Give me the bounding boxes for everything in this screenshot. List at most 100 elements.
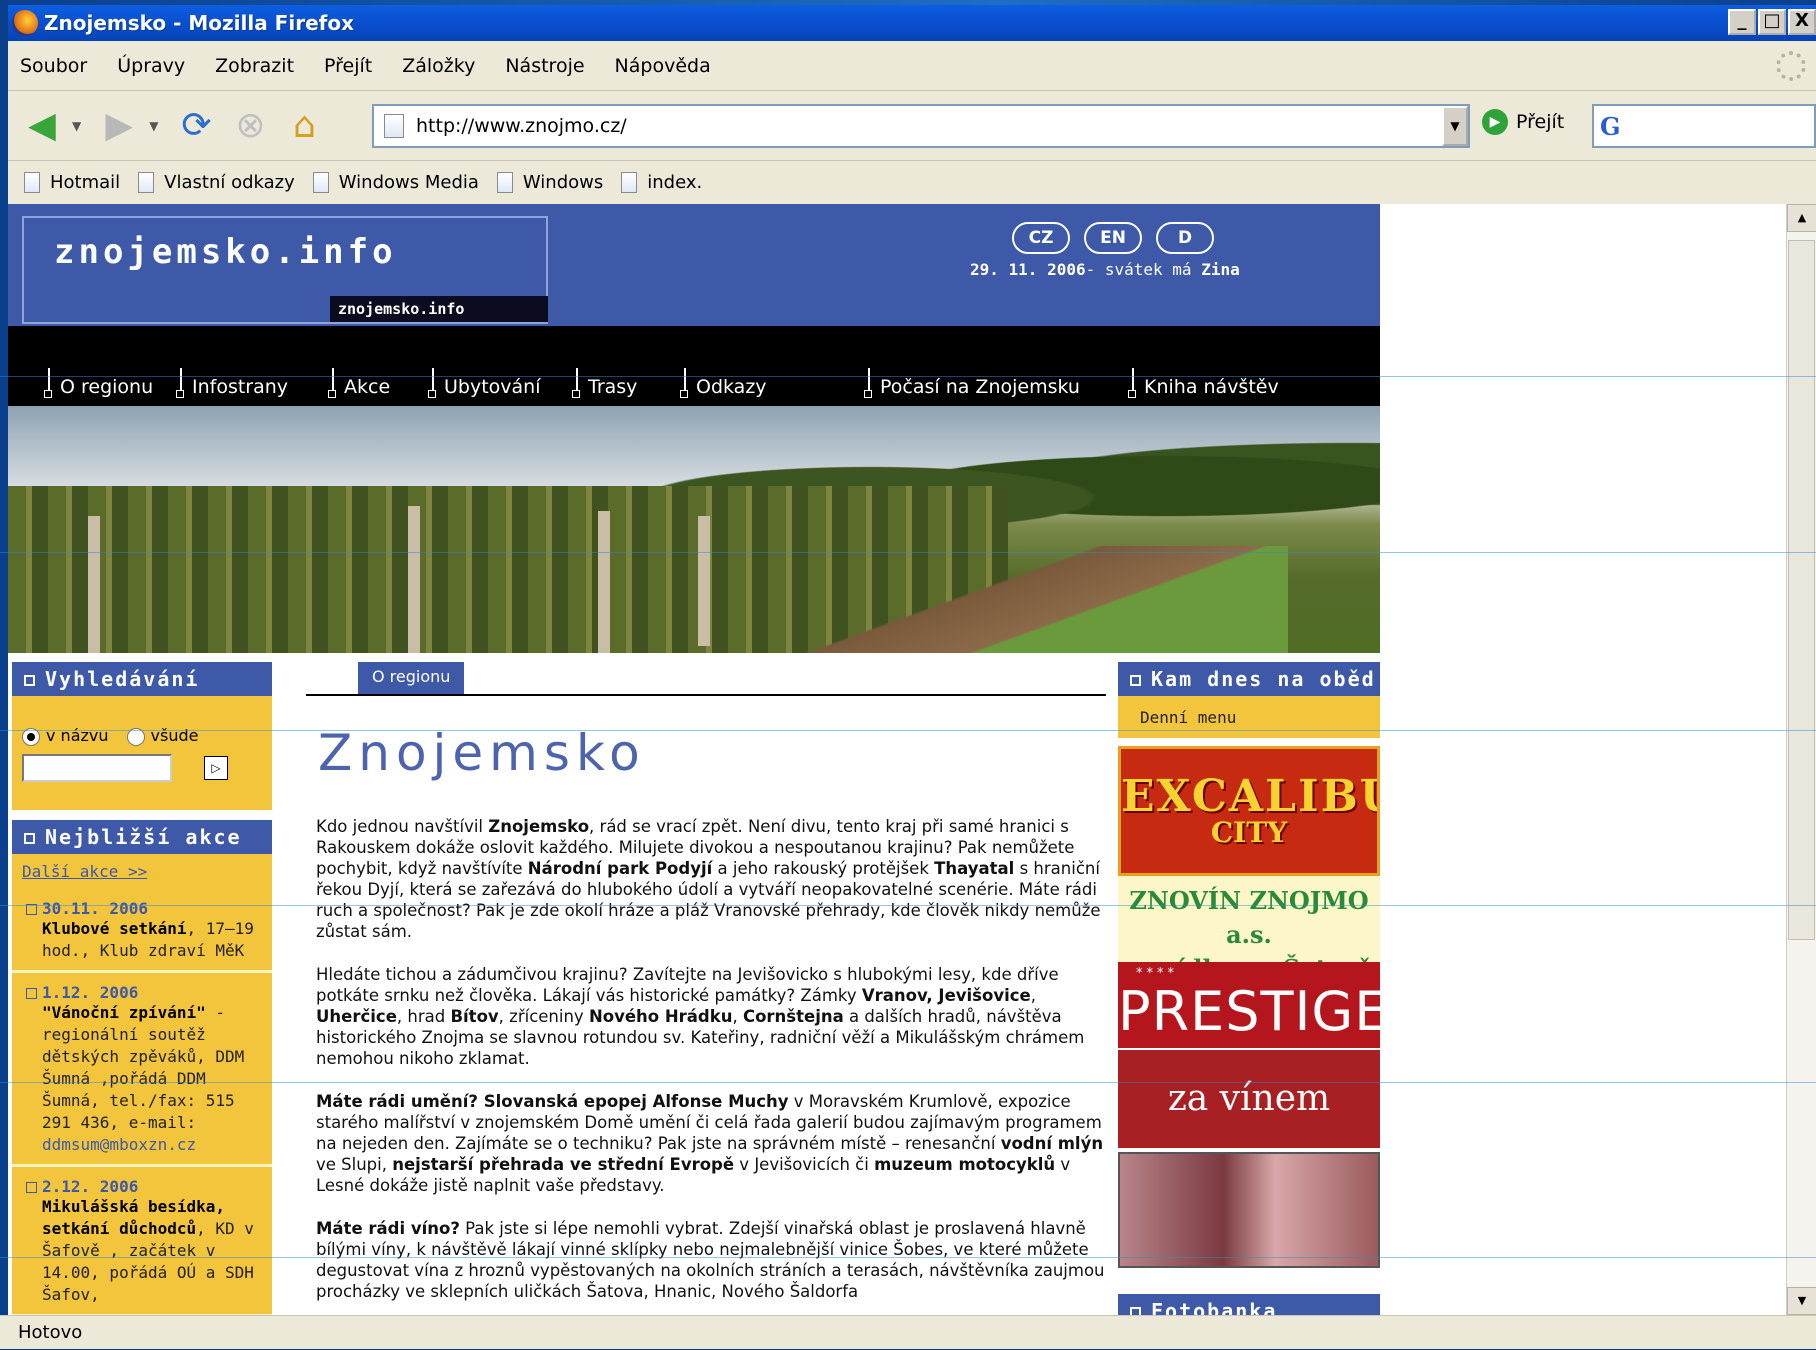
bookmark-label: Hotmail	[50, 171, 121, 193]
event-item[interactable]: 1.12. 2006 "Vánoční zpívání" - regionáln…	[12, 973, 272, 1167]
lunch-box-header: Kam dnes na oběd	[1118, 662, 1380, 696]
bookmark-vlastni-odkazy[interactable]: Vlastní odkazy	[138, 171, 295, 193]
nav-bullet-icon	[176, 368, 184, 398]
fotobanka-header[interactable]: Fotobanka	[1118, 1294, 1380, 1315]
more-events-link[interactable]: Další akce >>	[12, 854, 272, 889]
nav-kniha-navstev[interactable]: Kniha návštěv	[1128, 368, 1279, 398]
navigation-toolbar: ◀ ▼ ▶ ▼ ⟳ ⊗ ⌂ ▼ ▶ Přejít G	[8, 91, 1816, 161]
vertical-scrollbar[interactable]: ▲ ▼	[1786, 204, 1816, 1315]
fotobanka-title: Fotobanka	[1151, 1299, 1278, 1315]
menu-napoveda[interactable]: Nápověda	[615, 53, 711, 79]
language-switch: CZ EN D	[1012, 222, 1214, 254]
events-list: Další akce >> 30.11. 2006 Klubové setkán…	[12, 854, 272, 1315]
search-box-title: Vyhledávání	[45, 667, 200, 691]
url-input[interactable]	[416, 115, 1468, 137]
text-run: , zříceniny	[498, 1007, 589, 1026]
radio-label: všude	[150, 726, 199, 745]
daily-menu-link[interactable]: Denní menu	[1118, 696, 1380, 738]
reload-icon[interactable]: ⟳	[172, 102, 220, 150]
nav-label: Akce	[344, 376, 391, 398]
bookmark-label: index.	[647, 171, 703, 193]
home-icon[interactable]: ⌂	[280, 102, 328, 150]
scroll-up-arrow-icon[interactable]: ▲	[1787, 204, 1816, 232]
ad-za-vinem[interactable]: za vínem	[1118, 1050, 1380, 1148]
ad-photo[interactable]	[1118, 1152, 1380, 1268]
ad-znovin[interactable]: ZNOVÍN ZNOJMO a.s. se sídlem v Šatově	[1118, 876, 1380, 962]
stop-icon[interactable]: ⊗	[226, 102, 274, 150]
nav-o-regionu[interactable]: O regionu	[44, 368, 153, 398]
breadcrumb-tab[interactable]: O regionu	[358, 662, 465, 694]
lang-en-button[interactable]: EN	[1084, 222, 1142, 254]
bookmark-page-icon	[621, 171, 638, 193]
site-logo[interactable]: znojemsko.info znojemsko.info	[22, 216, 548, 324]
bold-text: Znojemsko	[488, 817, 590, 836]
current-date: 29. 11. 2006	[970, 260, 1086, 279]
bookmark-index[interactable]: index.	[621, 171, 703, 193]
nav-label: Ubytování	[444, 376, 541, 398]
nav-bullet-icon	[428, 368, 436, 398]
status-bar: Hotovo	[0, 1315, 1816, 1349]
menu-zobrazit[interactable]: Zobrazit	[215, 53, 294, 79]
nav-akce[interactable]: Akce	[328, 368, 391, 398]
site-search-input[interactable]	[22, 754, 172, 782]
bold-text: Thayatal	[934, 859, 1015, 878]
scroll-thumb[interactable]	[1788, 240, 1815, 940]
google-icon: G	[1600, 111, 1621, 141]
text-run: ,	[1030, 986, 1036, 1005]
nav-label: Infostrany	[192, 376, 289, 398]
back-dropdown-icon[interactable]: ▼	[72, 119, 81, 133]
desktop-frame: Znojemsko - Mozilla Firefox _ □ X Soubor…	[0, 0, 1816, 1349]
maximize-button[interactable]: □	[1758, 9, 1786, 35]
page-title: Znojemsko	[318, 724, 646, 782]
site-search-go-button[interactable]: ▷	[204, 756, 228, 780]
back-arrow-icon[interactable]: ◀	[18, 102, 66, 150]
lang-cz-button[interactable]: CZ	[1012, 222, 1070, 254]
forward-dropdown-icon[interactable]: ▼	[149, 119, 158, 133]
event-item[interactable]: 2.12. 2006 Mikulášská besídka, setkání d…	[12, 1167, 272, 1315]
radio-vsude[interactable]: všude	[126, 726, 199, 746]
bookmark-windows-media[interactable]: Windows Media	[312, 171, 479, 193]
url-dropdown-button[interactable]: ▼	[1442, 106, 1468, 146]
nav-bullet-icon	[44, 368, 52, 398]
nav-label: Trasy	[588, 376, 638, 398]
menu-prejit[interactable]: Přejít	[324, 53, 372, 79]
bold-text: Máte rádi víno?	[316, 1219, 460, 1238]
event-item[interactable]: 30.11. 2006 Klubové setkání, 17–19 hod.,…	[12, 889, 272, 973]
event-date: 2.12. 2006	[26, 1177, 264, 1196]
ad-prestige[interactable]: **** PRESTIGE	[1118, 962, 1380, 1048]
lang-d-button[interactable]: D	[1156, 222, 1214, 254]
url-bar[interactable]	[372, 104, 1470, 148]
event-email-link[interactable]: ddmsum@mboxzn.cz	[42, 1135, 196, 1154]
nav-odkazy[interactable]: Odkazy	[680, 368, 767, 398]
scroll-down-arrow-icon[interactable]: ▼	[1787, 1287, 1816, 1315]
go-button[interactable]: ▶ Přejít	[1482, 109, 1564, 135]
event-details: - regionální soutěž dětských zpěváků, DD…	[42, 1003, 245, 1132]
lunch-box-title: Kam dnes na oběd	[1151, 667, 1376, 691]
bookmark-hotmail[interactable]: Hotmail	[24, 171, 121, 193]
nameday-name: Zina	[1201, 260, 1240, 279]
bold-text: Nového Hrádku	[588, 1007, 733, 1026]
nav-trasy[interactable]: Trasy	[572, 368, 638, 398]
menu-nastroje[interactable]: Nástroje	[505, 53, 584, 79]
menu-zalozky[interactable]: Záložky	[402, 53, 475, 79]
hero-post	[88, 516, 100, 653]
radio-v-nazvu[interactable]: v názvu	[22, 726, 109, 746]
ad-excalibur-city[interactable]: EXCALIBUR CITY	[1118, 746, 1380, 876]
nav-pocasi[interactable]: Počasí na Znojemsku	[864, 368, 1080, 398]
date-line: 29. 11. 2006- svátek má Zina	[970, 260, 1240, 279]
minimize-button[interactable]: _	[1728, 9, 1756, 35]
site-header: znojemsko.info znojemsko.info CZ EN D 29…	[8, 204, 1380, 326]
menu-soubor[interactable]: Soubor	[20, 53, 87, 79]
hero-post	[408, 506, 420, 653]
event-name: Klubové setkání	[42, 919, 187, 938]
nav-ubytovani[interactable]: Ubytování	[428, 368, 541, 398]
forward-arrow-icon[interactable]: ▶	[95, 102, 143, 150]
bold-text: Cornštejna	[742, 1007, 844, 1026]
search-box[interactable]: G	[1592, 104, 1816, 148]
close-button[interactable]: X	[1788, 9, 1816, 35]
nav-infostrany[interactable]: Infostrany	[176, 368, 289, 398]
site-topnav: O regionu Infostrany Akce Ubytování Tras…	[8, 326, 1380, 406]
menubar: Soubor Úpravy Zobrazit Přejít Záložky Ná…	[8, 41, 1816, 91]
menu-upravy[interactable]: Úpravy	[117, 53, 185, 79]
bookmark-windows[interactable]: Windows	[496, 171, 603, 193]
